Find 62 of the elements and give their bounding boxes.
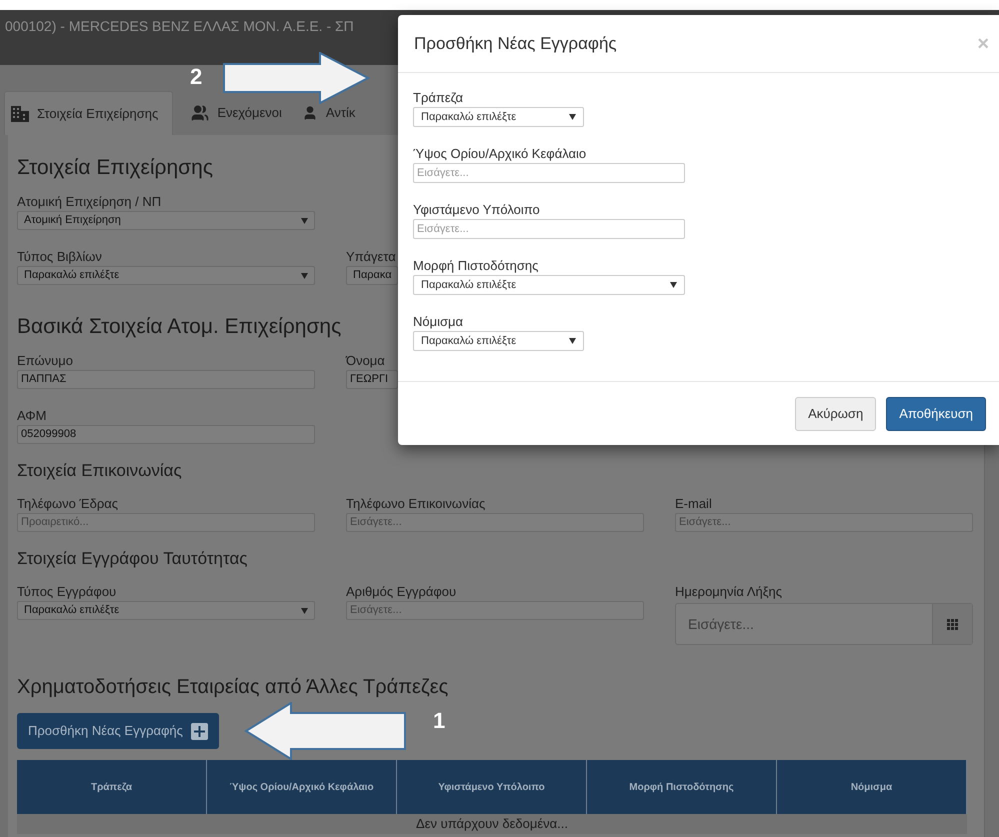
section-heading: Στοιχεία Εγγράφου Ταυτότητας [17, 548, 248, 570]
select-field[interactable]: Παρακαλώ επιλέξτε [413, 107, 584, 127]
field-label: Τύπος Εγγράφου [17, 583, 116, 601]
select-field[interactable]: Παρακαλώ επιλέξτε [17, 266, 315, 285]
plus-icon [190, 722, 208, 740]
input-field[interactable]: Εισάγετε... [675, 513, 973, 532]
caret-icon [301, 608, 308, 614]
select-field[interactable]: Παρακαλώ επιλέξτε [413, 331, 584, 351]
input-field[interactable]: Εισάγετε... [346, 601, 644, 620]
field-label: Υφιστάμενο Υπόλοιπο [413, 201, 540, 219]
step-number: 1 [433, 710, 446, 732]
input-field[interactable]: Εισάγετε... [413, 219, 685, 239]
calendar-button[interactable] [932, 604, 972, 644]
input-field[interactable]: ΠΑΠΠΑΣ [17, 370, 315, 389]
dialog-title: Προσθήκη Νέας Εγγραφής [414, 32, 617, 55]
field-label: Ατομική Επιχείρηση / ΝΠ [17, 193, 162, 211]
field-label: ΑΦΜ [17, 407, 46, 425]
person-icon [302, 105, 318, 121]
input-field[interactable]: 052099908 [17, 425, 315, 444]
caret-icon [301, 272, 308, 278]
section-heading: Χρηματοδοτήσεις Εταιρείας από Άλλες Τράπεζες [17, 675, 448, 699]
input-field[interactable]: ΓΕΩΡΓΙ [346, 370, 398, 389]
select-field[interactable]: Παρακαλώ επιλέξτε [17, 601, 315, 620]
field-label: Τύπος Βιβλίων [17, 248, 102, 266]
field-label: Αριθμός Εγγράφου [346, 583, 456, 601]
field-label: Ημερομηνία Λήξης [675, 583, 782, 601]
field-label: Όνομα [346, 352, 385, 370]
tab[interactable]: Στοιχεία Επιχείρησης [4, 91, 174, 135]
caret-icon [670, 282, 677, 288]
field-label: Τράπεζα [413, 89, 463, 107]
input-field[interactable]: Εισάγετε... [346, 513, 644, 532]
field-label: Τηλέφωνο Επικοινωνίας [346, 495, 486, 513]
tab[interactable]: Αντίκ [300, 103, 358, 123]
caret-icon [301, 218, 308, 224]
section-heading: Στοιχεία Επικοινωνίας [17, 460, 182, 482]
select-field[interactable]: Παρακαλώ επιλέξτε [413, 275, 685, 295]
caret-icon [569, 338, 576, 344]
cancel-button[interactable]: Ακύρωση [795, 396, 876, 430]
field-label: Τηλέφωνο Έδρας [17, 495, 118, 513]
step-number: 2 [190, 66, 202, 88]
save-button[interactable]: Αποθήκευση [886, 396, 986, 430]
field-label: Υπάγετα [346, 248, 396, 266]
building-icon [11, 106, 29, 122]
input-field[interactable]: Εισάγετε... [413, 163, 685, 183]
section-heading: Στοιχεία Επιχείρησης [17, 156, 213, 180]
calendar-icon [947, 618, 958, 630]
field-label: Επώνυμο [17, 352, 73, 370]
header-title: 000102) - MERCEDES BENZ ΕΛΛΑΣ ΜΟΝ. Α.Ε.Ε. - ΣΠ [5, 17, 354, 36]
add-record-button[interactable]: Προσθήκη Νέας Εγγραφής [17, 713, 219, 749]
tab[interactable]: Ενεχόμενοι [189, 103, 284, 123]
date-field[interactable]: Εισάγετε... [675, 603, 973, 645]
field-label: Ύψος Ορίου/Αρχικό Κεφάλαιο [413, 145, 586, 163]
field-label: Νόμισμα [413, 313, 464, 331]
select-field[interactable]: Παρακα [346, 266, 398, 285]
field-label: Μορφή Πιστοδότησης [413, 257, 538, 275]
empty-table-row: Δεν υπάρχουν δεδομένα... [17, 814, 967, 834]
section-heading: Βασικά Στοιχεία Ατομ. Επιχείρησης [17, 315, 342, 339]
people-icon [191, 104, 210, 122]
caret-icon [569, 114, 576, 120]
input-field[interactable]: Προαιρετικό... [17, 513, 315, 532]
field-label: E-mail [675, 495, 712, 513]
select-field[interactable]: Ατομική Επιχείρηση [17, 211, 315, 230]
